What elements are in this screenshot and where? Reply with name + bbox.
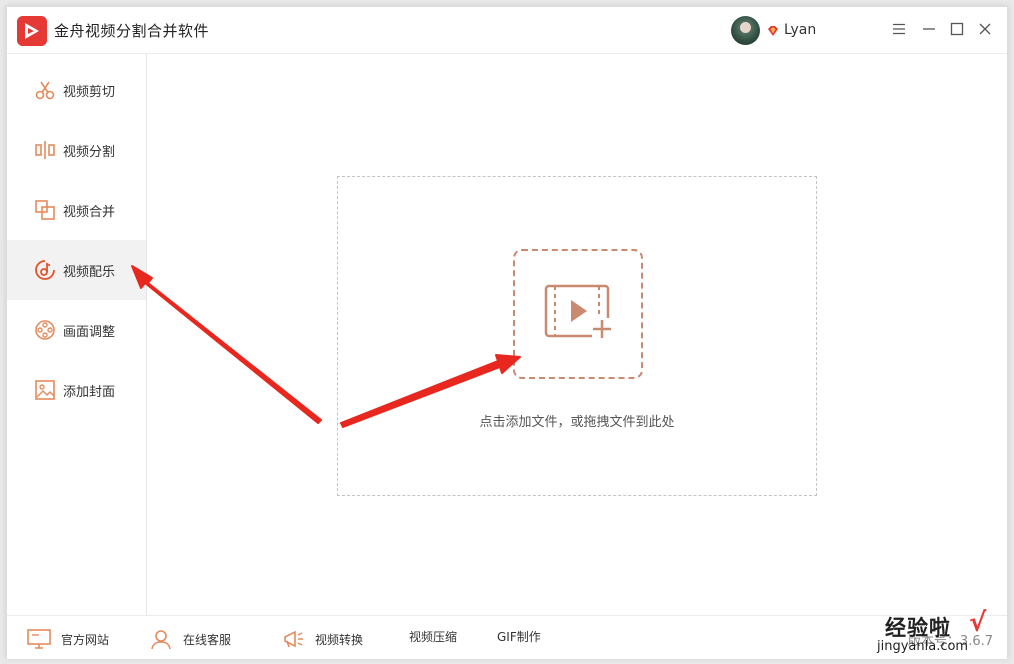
watermark-check: √ [969,608,987,638]
megaphone-icon [281,628,305,650]
sidebar-item-video-merge[interactable]: 视频合并 [7,180,146,240]
menu-icon[interactable] [889,19,909,39]
merge-icon [34,199,56,221]
video-compress-link[interactable]: 视频压缩 [409,628,457,645]
footer-bar: 官方网站 在线客服 视频转换 视频压缩 GIF制作 版本号：3.6.7 [7,615,1007,659]
sidebar-item-label: 视频剪切 [63,84,116,100]
watermark: 经验啦 √ jingyanla.com [877,608,997,660]
sidebar-item-video-split[interactable]: 视频分割 [7,120,146,180]
add-video-icon [542,282,614,346]
avatar[interactable] [731,15,760,45]
sidebar-item-label: 视频配乐 [63,264,116,280]
image-icon [34,379,56,401]
sidebar-item-add-cover[interactable]: 添加封面 [7,360,146,420]
sidebar-item-picture-adjust[interactable]: 画面调整 [7,300,146,360]
gif-maker-link[interactable]: GIF制作 [497,628,541,645]
sidebar-item-label: 添加封面 [63,384,116,400]
vip-diamond-icon [766,23,780,37]
split-icon [34,139,56,161]
title-bar: 金舟视频分割合并软件 Lyan [7,7,1007,54]
official-site-link[interactable]: 官方网站 [27,628,109,650]
app-title: 金舟视频分割合并软件 [54,22,210,40]
close-icon[interactable] [975,19,995,39]
monitor-icon [27,628,51,650]
watermark-url: jingyanla.com [877,639,969,654]
sidebar: 视频剪切 视频分割 视频合并 视频配乐 画面调整 添加封面 [7,54,147,615]
main-panel: 点击添加文件，或拖拽文件到此处 [147,54,1007,615]
drop-hint-text: 点击添加文件，或拖拽文件到此处 [479,415,675,430]
headset-icon [149,628,173,650]
sidebar-item-label: 视频分割 [63,144,116,160]
music-icon [34,259,56,281]
watermark-title: 经验啦 [885,616,951,640]
sidebar-item-video-music[interactable]: 视频配乐 [7,240,146,300]
sidebar-item-label: 视频合并 [63,204,116,220]
online-service-link[interactable]: 在线客服 [149,628,231,650]
maximize-icon[interactable] [947,19,967,39]
file-drop-zone[interactable]: 点击添加文件，或拖拽文件到此处 [337,176,817,496]
user-name[interactable]: Lyan [784,22,816,38]
sidebar-item-video-cut[interactable]: 视频剪切 [7,60,146,120]
user-account[interactable]: Lyan [731,15,816,45]
app-logo-icon [17,16,47,46]
film-reel-icon [34,319,56,341]
minimize-icon[interactable] [919,19,939,39]
add-file-button[interactable] [513,249,643,379]
sidebar-item-label: 画面调整 [63,324,116,340]
scissors-icon [34,79,56,101]
app-window: 金舟视频分割合并软件 Lyan 视频剪切 视频分割 视频合并 视频配乐 画面调整… [6,6,1008,659]
video-convert-link[interactable]: 视频转换 [281,628,363,650]
